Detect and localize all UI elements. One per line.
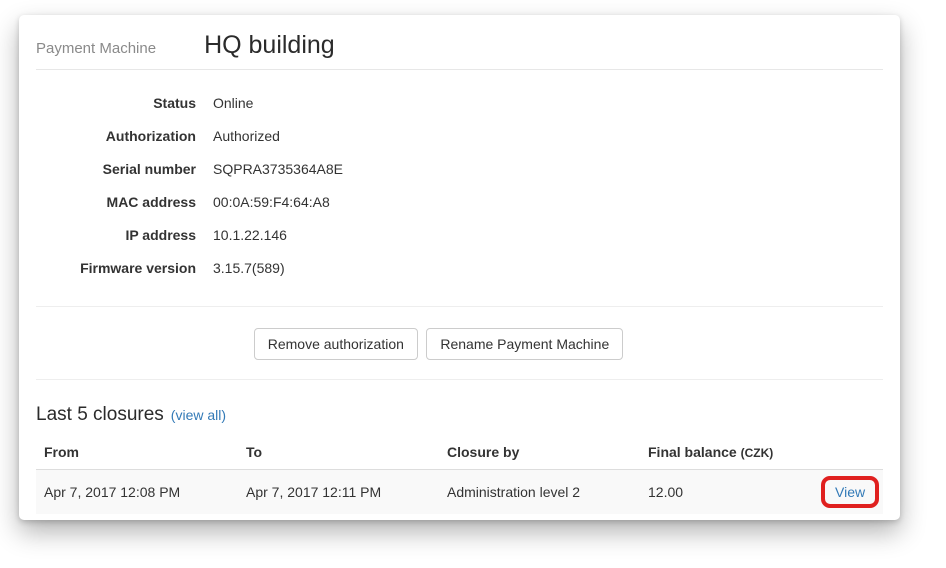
mac-address-value: 00:0A:59:F4:64:A8 (213, 195, 330, 210)
column-header-final-balance: Final balance (CZK) (640, 434, 825, 470)
detail-row-status: Status Online (36, 96, 883, 111)
column-header-from: From (36, 434, 238, 470)
detail-label: Firmware version (36, 261, 196, 276)
firmware-version-value: 3.15.7(589) (213, 261, 285, 276)
closures-header: Last 5 closures (view all) (36, 404, 883, 426)
closures-title: Last 5 closures (36, 404, 164, 426)
divider (36, 379, 883, 380)
rename-payment-machine-button[interactable]: Rename Payment Machine (426, 328, 623, 360)
closure-by-cell: Administration level 2 (439, 470, 640, 515)
detail-label: MAC address (36, 195, 196, 210)
detail-row-mac-address: MAC address 00:0A:59:F4:64:A8 (36, 195, 883, 210)
final-balance-unit: (CZK) (741, 446, 774, 460)
closure-action-cell: View (825, 470, 883, 515)
machine-details: Status Online Authorization Authorized S… (36, 96, 883, 276)
detail-label: Status (36, 96, 196, 111)
closure-from-cell: Apr 7, 2017 12:08 PM (36, 470, 238, 515)
detail-row-serial-number: Serial number SQPRA3735364A8E (36, 162, 883, 177)
authorization-value: Authorized (213, 129, 280, 144)
column-header-to: To (238, 434, 439, 470)
view-link[interactable]: View (835, 484, 865, 500)
serial-number-value: SQPRA3735364A8E (213, 162, 343, 177)
red-highlight-annotation: View (821, 476, 879, 508)
app-label: Payment Machine (36, 40, 156, 57)
detail-row-firmware-version: Firmware version 3.15.7(589) (36, 261, 883, 276)
detail-label: Authorization (36, 129, 196, 144)
detail-row-ip-address: IP address 10.1.22.146 (36, 228, 883, 243)
view-all-link[interactable]: (view all) (171, 407, 226, 423)
divider (36, 306, 883, 307)
table-header-row: From To Closure by Final balance (CZK) (36, 434, 883, 470)
closure-to-cell: Apr 7, 2017 12:11 PM (238, 470, 439, 515)
detail-label: Serial number (36, 162, 196, 177)
detail-row-authorization: Authorization Authorized (36, 129, 883, 144)
column-header-action (825, 434, 883, 470)
page-title: HQ building (204, 31, 335, 60)
ip-address-value: 10.1.22.146 (213, 228, 287, 243)
detail-label: IP address (36, 228, 196, 243)
page-header: Payment Machine HQ building (36, 15, 883, 70)
action-buttons: Remove authorization Rename Payment Mach… (15, 328, 862, 360)
column-header-closure-by: Closure by (439, 434, 640, 470)
remove-authorization-button[interactable]: Remove authorization (254, 328, 418, 360)
payment-machine-card: Payment Machine HQ building Status Onlin… (19, 15, 900, 520)
closure-row: Apr 7, 2017 12:08 PM Apr 7, 2017 12:11 P… (36, 470, 883, 515)
status-value: Online (213, 96, 253, 111)
closures-table: From To Closure by Final balance (CZK) A… (36, 434, 883, 514)
final-balance-label: Final balance (648, 444, 737, 460)
closure-balance-cell: 12.00 (640, 470, 825, 515)
